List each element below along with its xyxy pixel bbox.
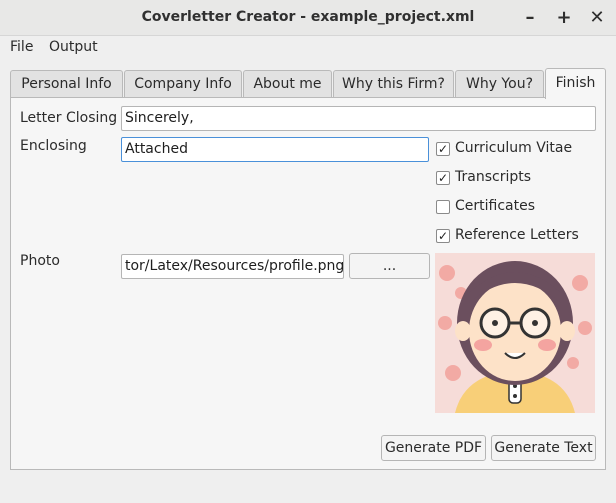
tab-about-me[interactable]: About me	[243, 70, 332, 98]
tab-why-you[interactable]: Why You?	[455, 70, 544, 98]
letter-closing-field[interactable]: Sincerely,	[121, 106, 596, 131]
tab-company-info[interactable]: Company Info	[124, 70, 242, 98]
enclosing-field[interactable]: Attached	[121, 137, 429, 162]
tab-finish[interactable]: Finish	[545, 68, 606, 99]
generate-text-button[interactable]: Generate Text	[491, 435, 596, 461]
checkbox-label: Reference Letters	[455, 227, 579, 243]
profile-photo-illustration	[435, 253, 595, 413]
checkbox-box[interactable]: ✓	[436, 229, 450, 243]
checkbox-label: Transcripts	[455, 169, 532, 185]
letter-closing-label: Letter Closing	[20, 110, 118, 126]
profile-photo	[435, 253, 595, 413]
photo-label: Photo	[20, 253, 60, 269]
checkbox-box[interactable]: ✓	[436, 171, 450, 185]
checkbox-box[interactable]	[436, 200, 450, 214]
generate-pdf-button[interactable]: Generate PDF	[381, 435, 486, 461]
tab-personal-info[interactable]: Personal Info	[10, 70, 123, 98]
checkbox-box[interactable]: ✓	[436, 142, 450, 156]
enclosing-label: Enclosing	[20, 138, 87, 154]
photo-path-field[interactable]: tor/Latex/Resources/profile.png	[121, 254, 344, 279]
browse-button[interactable]: ...	[349, 253, 430, 279]
maximize-icon[interactable]: +	[552, 6, 576, 30]
close-icon[interactable]: ✕	[585, 6, 609, 30]
menu-file[interactable]: File	[10, 39, 33, 55]
menu-output[interactable]: Output	[49, 39, 98, 55]
checkbox-label: Curriculum Vitae	[455, 140, 573, 156]
tab-why-this-firm[interactable]: Why this Firm?	[333, 70, 454, 98]
checkbox-label: Certificates	[455, 198, 536, 214]
minimize-icon[interactable]: –	[518, 6, 542, 30]
title-bar: Coverletter Creator - example_project.xm…	[0, 0, 616, 36]
menu-bar: File Output	[0, 36, 616, 60]
